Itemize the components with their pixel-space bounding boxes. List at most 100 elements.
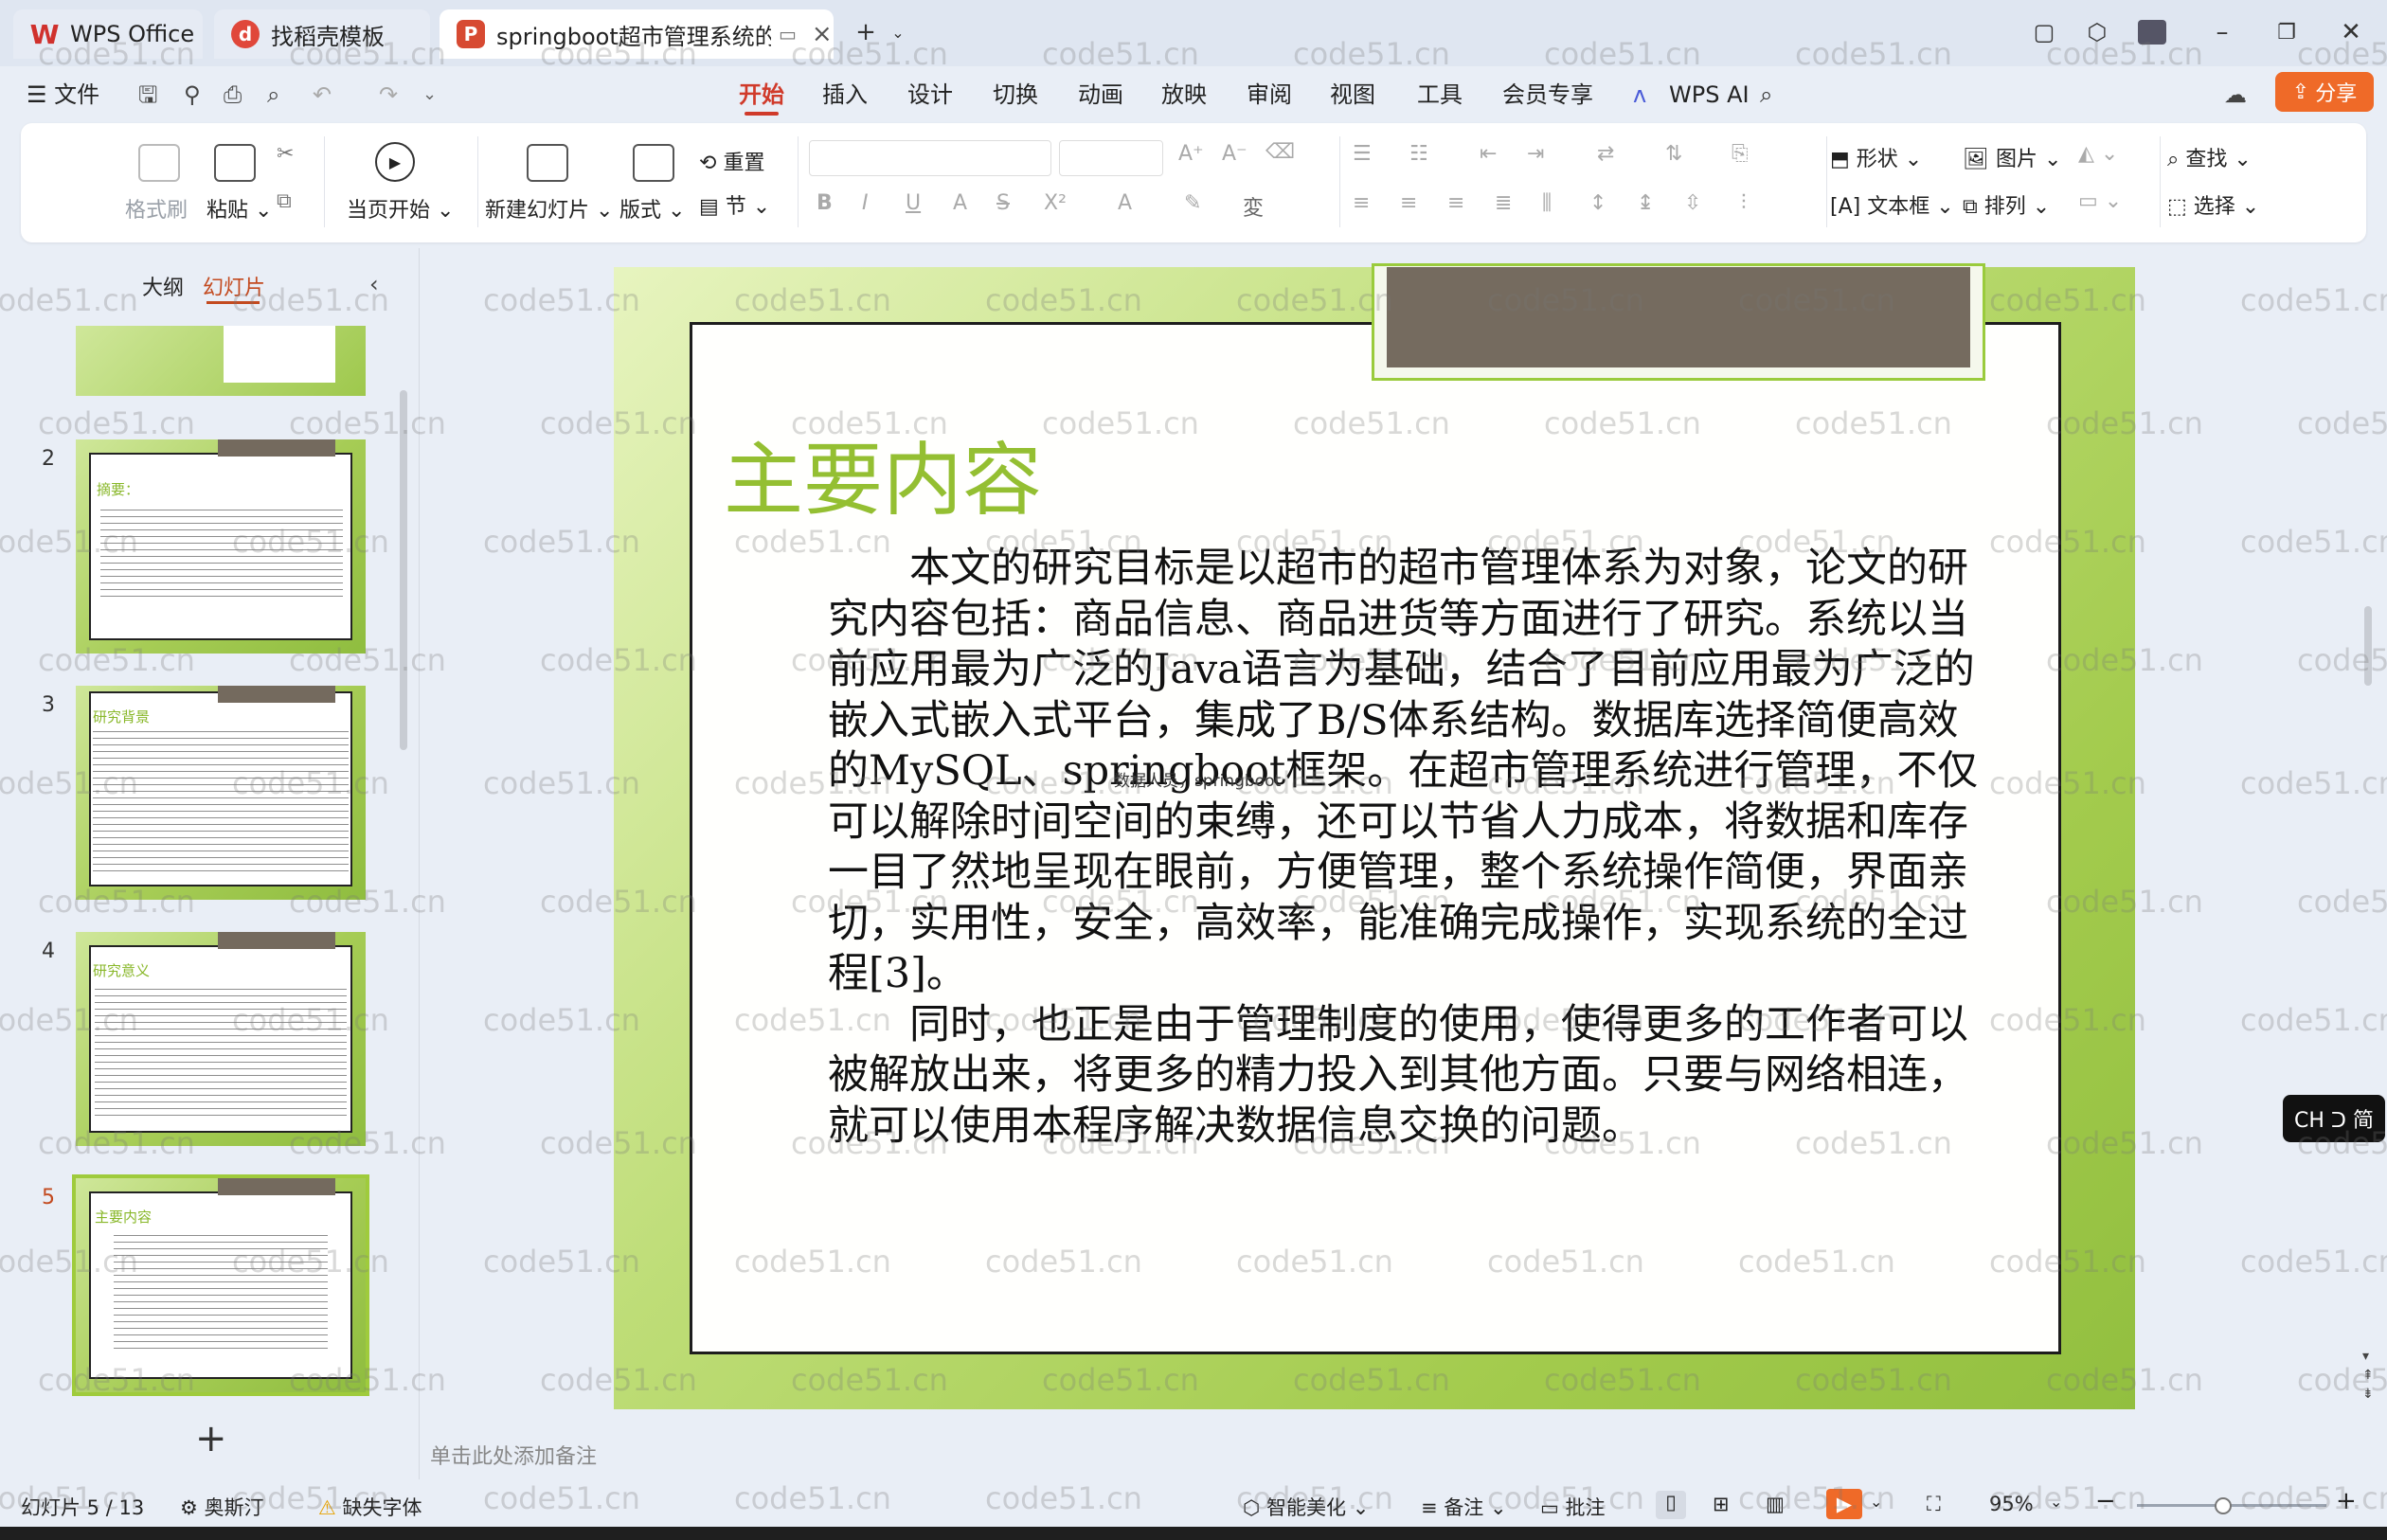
zoom-slider-track[interactable] <box>2137 1504 2326 1507</box>
shape-button[interactable]: ⬒ 形状 ⌄ <box>1830 142 1922 172</box>
normal-view-icon[interactable]: ▯ <box>1656 1491 1686 1519</box>
bold-icon[interactable]: B <box>817 191 833 215</box>
undo-icon[interactable]: ↶ <box>313 76 332 114</box>
decrease-font-icon[interactable]: A⁻ <box>1222 142 1247 166</box>
slide-thumbnail-3[interactable]: 研究背景 <box>76 686 366 900</box>
cube-icon[interactable]: ⬡ <box>2078 13 2116 51</box>
sort-icon[interactable]: ⇅ <box>1665 142 1682 166</box>
tab-animation[interactable]: 动画 <box>1078 76 1123 114</box>
zoom-slider-thumb[interactable] <box>2215 1497 2232 1514</box>
tab-wps-ai[interactable]: WPS AI <box>1669 76 1750 114</box>
tab-outline[interactable]: 大纲 <box>142 271 184 301</box>
underline-icon[interactable]: U <box>906 191 921 215</box>
tab-tools[interactable]: 工具 <box>1417 76 1463 114</box>
tab-design[interactable]: 设计 <box>907 76 953 114</box>
columns-icon[interactable]: ⫶ <box>1741 191 1747 215</box>
section-button[interactable]: ▤ 节 ⌄ <box>699 189 770 220</box>
zoom-level[interactable]: 95% <box>1989 1493 2034 1515</box>
add-slide-button[interactable]: + <box>195 1417 227 1460</box>
new-slide-button[interactable]: 新建幻灯片 ⌄ <box>485 193 613 224</box>
slideshow-chevron-icon[interactable]: ⌄ <box>1870 1493 1882 1511</box>
picture-button[interactable]: 🖼 图片 ⌄ <box>1963 142 2061 172</box>
more-chevron-icon[interactable]: ⌄ <box>422 76 437 114</box>
line-spacing-icon[interactable]: ↕ <box>1589 191 1606 215</box>
search-icon[interactable]: ⌕ <box>1760 76 1772 114</box>
tablet-icon[interactable]: ▢ <box>2025 13 2063 51</box>
outline-icon[interactable]: ▭ ⌄ <box>2078 189 2122 213</box>
slide-sorter-icon[interactable]: ⊞ <box>1713 1493 1730 1515</box>
format-painter-button[interactable]: 格式刷 <box>125 193 188 224</box>
numbered-list-icon[interactable]: ☷ <box>1409 142 1428 166</box>
reset-button[interactable]: ⟲ 重置 <box>699 146 764 176</box>
select-button[interactable]: ⬚ 选择 ⌄ <box>2167 189 2259 220</box>
zoom-in-icon[interactable]: + <box>2336 1487 2357 1515</box>
copy-icon[interactable]: ⧉ <box>277 189 292 213</box>
tab-slideshow[interactable]: 放映 <box>1161 76 1207 114</box>
tab-view[interactable]: 视图 <box>1330 76 1375 114</box>
notes-button[interactable]: ≡ 备注 ⌄ <box>1421 1493 1507 1521</box>
slide-thumbnail-4[interactable]: 研究意义 <box>76 932 366 1146</box>
increase-indent-icon[interactable]: ⇥ <box>1527 142 1544 166</box>
clear-format-icon[interactable]: ⌫ <box>1265 140 1295 164</box>
tab-document[interactable]: P springboot超市管理系统的设 ▭ × <box>440 9 834 59</box>
fill-icon[interactable]: ◭ ⌄ <box>2078 142 2118 166</box>
italic-icon[interactable]: I <box>862 191 869 215</box>
justify-icon[interactable]: ≣ <box>1495 191 1512 215</box>
font-size-select[interactable] <box>1059 140 1163 176</box>
pin-icon[interactable]: ⚲ <box>184 76 201 114</box>
collapse-pane-icon[interactable]: ‹ <box>369 271 379 297</box>
strikethrough-icon[interactable]: S <box>996 191 1010 215</box>
slide-thumbnail-1[interactable] <box>76 326 366 396</box>
tab-insert[interactable]: 插入 <box>822 76 868 114</box>
play-slideshow-icon[interactable]: ▶ <box>1826 1489 1862 1519</box>
comments-button[interactable]: ▭ 批注 <box>1540 1493 1606 1521</box>
slide-title[interactable]: 主要内容 <box>724 417 1042 531</box>
redo-icon[interactable]: ↷ <box>379 76 398 114</box>
tab-wps-office[interactable]: W WPS Office <box>13 9 203 59</box>
highlight-icon[interactable]: ✎ <box>1184 191 1201 215</box>
zoom-chevron-icon[interactable]: ⌄ <box>2050 1493 2062 1511</box>
superscript-icon[interactable]: X² <box>1044 191 1067 215</box>
maximize-icon[interactable]: ❐ <box>2268 13 2306 51</box>
theme-indicator[interactable]: ⚙ 奥斯汀 <box>180 1493 264 1521</box>
slide-thumbnail-5[interactable]: 主要内容 <box>72 1174 369 1396</box>
minimize-icon[interactable]: – <box>2203 13 2241 51</box>
increase-font-icon[interactable]: A⁺ <box>1178 142 1204 166</box>
tab-review[interactable]: 审阅 <box>1247 76 1292 114</box>
convert-icon[interactable]: ⎘ <box>1732 142 1749 166</box>
share-button[interactable]: ⇪ 分享 <box>2275 72 2374 112</box>
textbox-button[interactable]: [A] 文本框 ⌄ <box>1830 189 1954 220</box>
tab-slides[interactable]: 幻灯片 <box>203 271 265 301</box>
wps-ai-icon[interactable]: ᴧ <box>1633 76 1646 114</box>
cut-icon[interactable]: ✂ <box>277 142 294 166</box>
page-nav-icon[interactable]: ▾ ⇞ ⇟ <box>2362 1347 2374 1404</box>
slide-body-textbox[interactable]: 本文的研究目标是以超市的超市管理体系为对象，论文的研究内容包括：商品信息、商品进… <box>828 544 1983 1152</box>
tab-transition[interactable]: 切换 <box>993 76 1038 114</box>
tab-member[interactable]: 会员专享 <box>1502 76 1593 114</box>
file-menu[interactable]: ☰ 文件 <box>27 76 99 114</box>
close-window-icon[interactable]: ✕ <box>2332 13 2370 51</box>
fit-window-icon[interactable]: ⛶ <box>1927 1493 1941 1516</box>
tab-template-store[interactable]: d 找稻壳模板 <box>214 9 430 59</box>
find-button[interactable]: ⌕ 查找 ⌄ <box>2167 142 2252 172</box>
font-color-icon[interactable]: A <box>1118 191 1132 215</box>
arrange-button[interactable]: ⧉ 排列 ⌄ <box>1963 189 2050 220</box>
font-family-select[interactable] <box>809 140 1051 176</box>
avatar[interactable] <box>2133 13 2171 51</box>
distribute-icon[interactable]: ⫼ <box>1542 191 1552 215</box>
print-preview-icon[interactable]: ⌕ <box>267 76 279 114</box>
cloud-icon[interactable]: ☁ <box>2224 76 2247 114</box>
reading-view-icon[interactable]: ▥ <box>1766 1493 1785 1515</box>
shadow-icon[interactable]: A <box>953 191 967 215</box>
slide-thumbnail-2[interactable]: 摘要： <box>76 439 366 654</box>
layout-button[interactable]: 版式 ⌄ <box>619 193 685 224</box>
play-from-current-button[interactable]: 当页开始 ⌄ <box>347 193 454 224</box>
canvas-scrollbar[interactable] <box>2364 606 2372 686</box>
save-icon[interactable]: 🖫 <box>138 76 157 114</box>
decrease-indent-icon[interactable]: ⇤ <box>1480 142 1497 166</box>
ime-indicator[interactable]: CH ᑐ 简 <box>2283 1095 2385 1142</box>
paragraph-spacing-icon[interactable]: ↨ <box>1637 191 1654 215</box>
missing-font-indicator[interactable]: ⚠ 缺失字体 <box>318 1493 422 1521</box>
pane-scrollbar[interactable] <box>400 390 407 750</box>
print-icon[interactable]: ⎙ <box>224 76 242 114</box>
